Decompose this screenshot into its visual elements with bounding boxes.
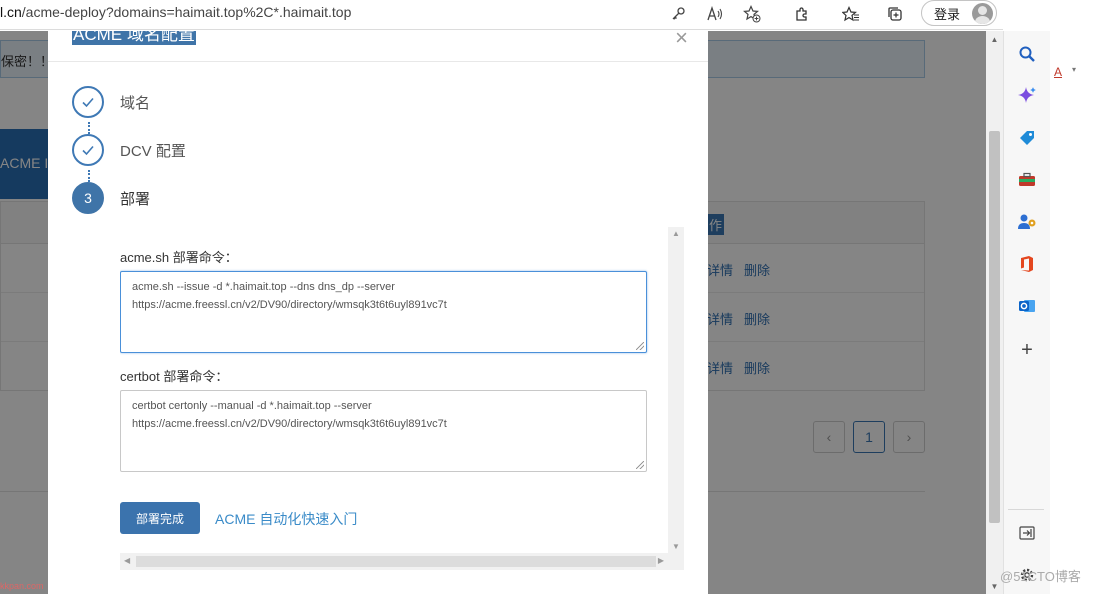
acme-sh-command-line: acme.sh --issue -d *.haimait.top --dns d… (132, 281, 395, 293)
collections-icon[interactable] (884, 3, 906, 25)
deploy-commands-panel: acme.sh 部署命令： acme.sh --issue -d *.haima… (120, 227, 688, 571)
toolbox-icon[interactable] (1016, 169, 1038, 191)
page-scrollbar[interactable]: ▲ ▼ (986, 31, 1003, 594)
certbot-command-textarea[interactable]: certbot certonly --manual -d *.haimait.t… (120, 390, 647, 472)
sidebar-divider (1008, 509, 1044, 510)
step-connector (88, 170, 90, 182)
acme-sh-command-line: https://acme.freessl.cn/v2/DV90/director… (132, 299, 447, 311)
outlook-icon[interactable] (1016, 295, 1038, 317)
search-icon[interactable] (1016, 43, 1038, 65)
check-icon (72, 134, 104, 166)
check-icon (72, 86, 104, 118)
key-icon[interactable] (667, 3, 689, 25)
right-side-panel: A ▾ (1050, 31, 1106, 594)
sidebar-top (1003, 0, 1046, 31)
scroll-left-arrow-icon[interactable]: ◀ (124, 556, 130, 565)
certbot-label: certbot 部署命令： (120, 369, 229, 384)
close-icon[interactable]: × (675, 31, 688, 51)
step-label: DCV 配置 (120, 143, 186, 160)
resize-grip-icon[interactable] (636, 461, 644, 469)
login-button[interactable]: 登录 (921, 0, 997, 26)
dialog-header: ACME 域名配置 × (48, 31, 708, 62)
sidebar-expand-icon[interactable] (1016, 522, 1038, 544)
scroll-right-arrow-icon[interactable]: ▶ (658, 556, 664, 565)
deploy-done-button[interactable]: 部署完成 (120, 502, 200, 534)
browser-address-bar: l.cn/acme-deploy?domains=haimait.top%2C*… (0, 0, 1045, 30)
copilot-icon[interactable] (1016, 85, 1038, 107)
people-icon[interactable] (1016, 211, 1038, 233)
panel-vertical-scrollbar[interactable]: ▲ ▼ (668, 227, 684, 553)
acme-sh-command-textarea[interactable]: acme.sh --issue -d *.haimait.top --dns d… (120, 271, 647, 353)
url-path: /acme-deploy?domains=haimait.top%2C*.hai… (21, 4, 352, 20)
add-favorite-icon[interactable] (741, 3, 763, 25)
url-host: l.cn (0, 4, 22, 20)
certbot-command-line: certbot certonly --manual -d *.haimait.t… (132, 400, 372, 412)
watermark-right: @51CTO博客 (1000, 569, 1081, 584)
address-input[interactable]: l.cn/acme-deploy?domains=haimait.top%2C*… (0, 4, 351, 20)
extensions-icon[interactable] (791, 3, 813, 25)
step-label: 域名 (120, 95, 151, 112)
certbot-command-line: https://acme.freessl.cn/v2/DV90/director… (132, 418, 447, 430)
step-label: 部署 (120, 191, 151, 208)
edge-sidebar: + (1003, 31, 1050, 594)
office-icon[interactable] (1016, 253, 1038, 275)
step-connector (88, 122, 90, 134)
page-scrollbar-thumb[interactable] (989, 131, 1000, 523)
dialog-title: ACME 域名配置 (72, 31, 196, 45)
acme-sh-label: acme.sh 部署命令： (120, 250, 238, 265)
watermark-left: kkpan.com (0, 581, 44, 591)
read-aloud-icon[interactable] (704, 3, 726, 25)
scroll-up-arrow-icon[interactable]: ▲ (986, 31, 1003, 47)
shopping-tag-icon[interactable] (1016, 127, 1038, 149)
avatar (972, 3, 993, 24)
acme-quickstart-link[interactable]: ACME 自动化快速入门 (215, 509, 357, 529)
scroll-up-arrow-icon[interactable]: ▲ (672, 229, 680, 238)
font-color-icon[interactable]: A (1054, 65, 1062, 79)
add-icon[interactable]: + (1016, 339, 1038, 361)
horizontal-scrollbar-thumb[interactable] (136, 556, 656, 567)
login-label: 登录 (934, 6, 961, 22)
favorites-icon[interactable] (840, 3, 862, 25)
dropdown-arrow-icon[interactable]: ▾ (1072, 65, 1076, 74)
resize-grip-icon[interactable] (636, 342, 644, 350)
panel-horizontal-scrollbar[interactable]: ◀ ▶ (120, 553, 684, 570)
acme-config-dialog: ACME 域名配置 × 域名 DCV 配置 3 部署 acme.sh 部署命令： (48, 31, 708, 594)
step-number: 3 (72, 182, 104, 214)
screen: l.cn/acme-deploy?domains=haimait.top%2C*… (0, 0, 1106, 594)
scroll-down-arrow-icon[interactable]: ▼ (672, 542, 680, 551)
